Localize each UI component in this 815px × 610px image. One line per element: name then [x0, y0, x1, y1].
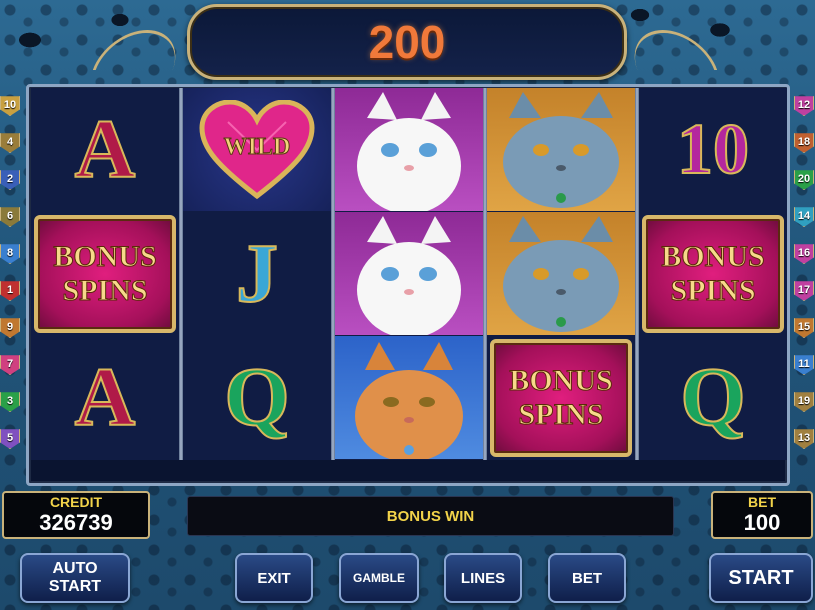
bonus-spins-symbol: BONUS SPINS [34, 214, 176, 333]
reel-2: WILD J Q [183, 88, 331, 460]
reel-3-symbol-white-cat-2 [335, 212, 483, 335]
reel-5: 10 BONUS SPINS Q [639, 88, 787, 460]
orange-cat-icon [355, 342, 463, 459]
wild-heart-icon: WILD [198, 98, 316, 200]
message-bar: BONUS WIN [187, 496, 674, 536]
reel-2-symbol-J: J [183, 212, 331, 335]
bonus-line-1: BONUS [509, 363, 613, 397]
bet-label: BET [748, 494, 776, 510]
credit-label: CREDIT [49, 494, 103, 510]
reel-3-symbol-orange-cat [335, 336, 483, 459]
bonus-spins-symbol: BONUS SPINS [642, 214, 784, 333]
reel-4-symbol-bonus-spins: BONUS SPINS [487, 336, 635, 459]
bonus-line-2: SPINS [670, 273, 756, 307]
bet-value: 100 [743, 510, 781, 535]
reel-2-symbol-wild: WILD [183, 88, 331, 211]
reel-2-symbol-Q: Q [183, 336, 331, 459]
reel-1-symbol-A: A [31, 88, 179, 211]
auto-start-button[interactable]: AUTO START [20, 553, 130, 603]
reel-5-symbol-bonus-spins: BONUS SPINS [639, 212, 787, 335]
reel-5-symbol-10: 10 [639, 88, 787, 211]
symbol-ten: 10 [676, 108, 750, 190]
bet-button[interactable]: BET [548, 553, 626, 603]
gray-cat-icon [503, 92, 619, 208]
reel-4-symbol-gray-cat [487, 88, 635, 211]
gray-cat-icon [503, 216, 619, 332]
bet-panel: BET 100 [711, 491, 813, 539]
credit-value: 326739 [39, 510, 113, 535]
reel-5-symbol-Q: Q [639, 336, 787, 459]
reel-4-symbol-gray-cat-2 [487, 212, 635, 335]
credit-panel: CREDIT 326739 [2, 491, 150, 539]
bonus-line-1: BONUS [53, 239, 157, 273]
win-amount: 200 [368, 16, 446, 68]
symbol-letter-q: Q [223, 350, 290, 445]
lines-button[interactable]: LINES [444, 553, 522, 603]
white-cat-icon [357, 92, 461, 211]
symbol-letter-j: J [235, 226, 279, 321]
reel-1-symbol-A-2: A [31, 336, 179, 459]
start-button[interactable]: START [709, 553, 813, 603]
bonus-line-1: BONUS [661, 239, 765, 273]
bonus-line-2: SPINS [518, 397, 604, 431]
bonus-line-2: SPINS [62, 273, 148, 307]
gamble-button[interactable]: GAMBLE [339, 553, 419, 603]
reel-1: A BONUS SPINS A [31, 88, 179, 460]
reel-4: BONUS SPINS [487, 88, 635, 460]
white-cat-icon [357, 216, 461, 335]
wild-label: WILD [223, 133, 291, 160]
bonus-spins-symbol: BONUS SPINS [490, 338, 632, 457]
reel-3 [335, 88, 483, 460]
auto-start-line-1: AUTO [52, 560, 98, 577]
reel-3-symbol-white-cat [335, 88, 483, 211]
symbol-letter-q: Q [679, 350, 746, 445]
reel-1-symbol-bonus-spins: BONUS SPINS [31, 212, 179, 335]
auto-start-line-2: START [48, 578, 102, 595]
symbol-letter-a: A [74, 102, 137, 197]
exit-button[interactable]: EXIT [235, 553, 313, 603]
symbol-letter-a: A [74, 350, 137, 445]
